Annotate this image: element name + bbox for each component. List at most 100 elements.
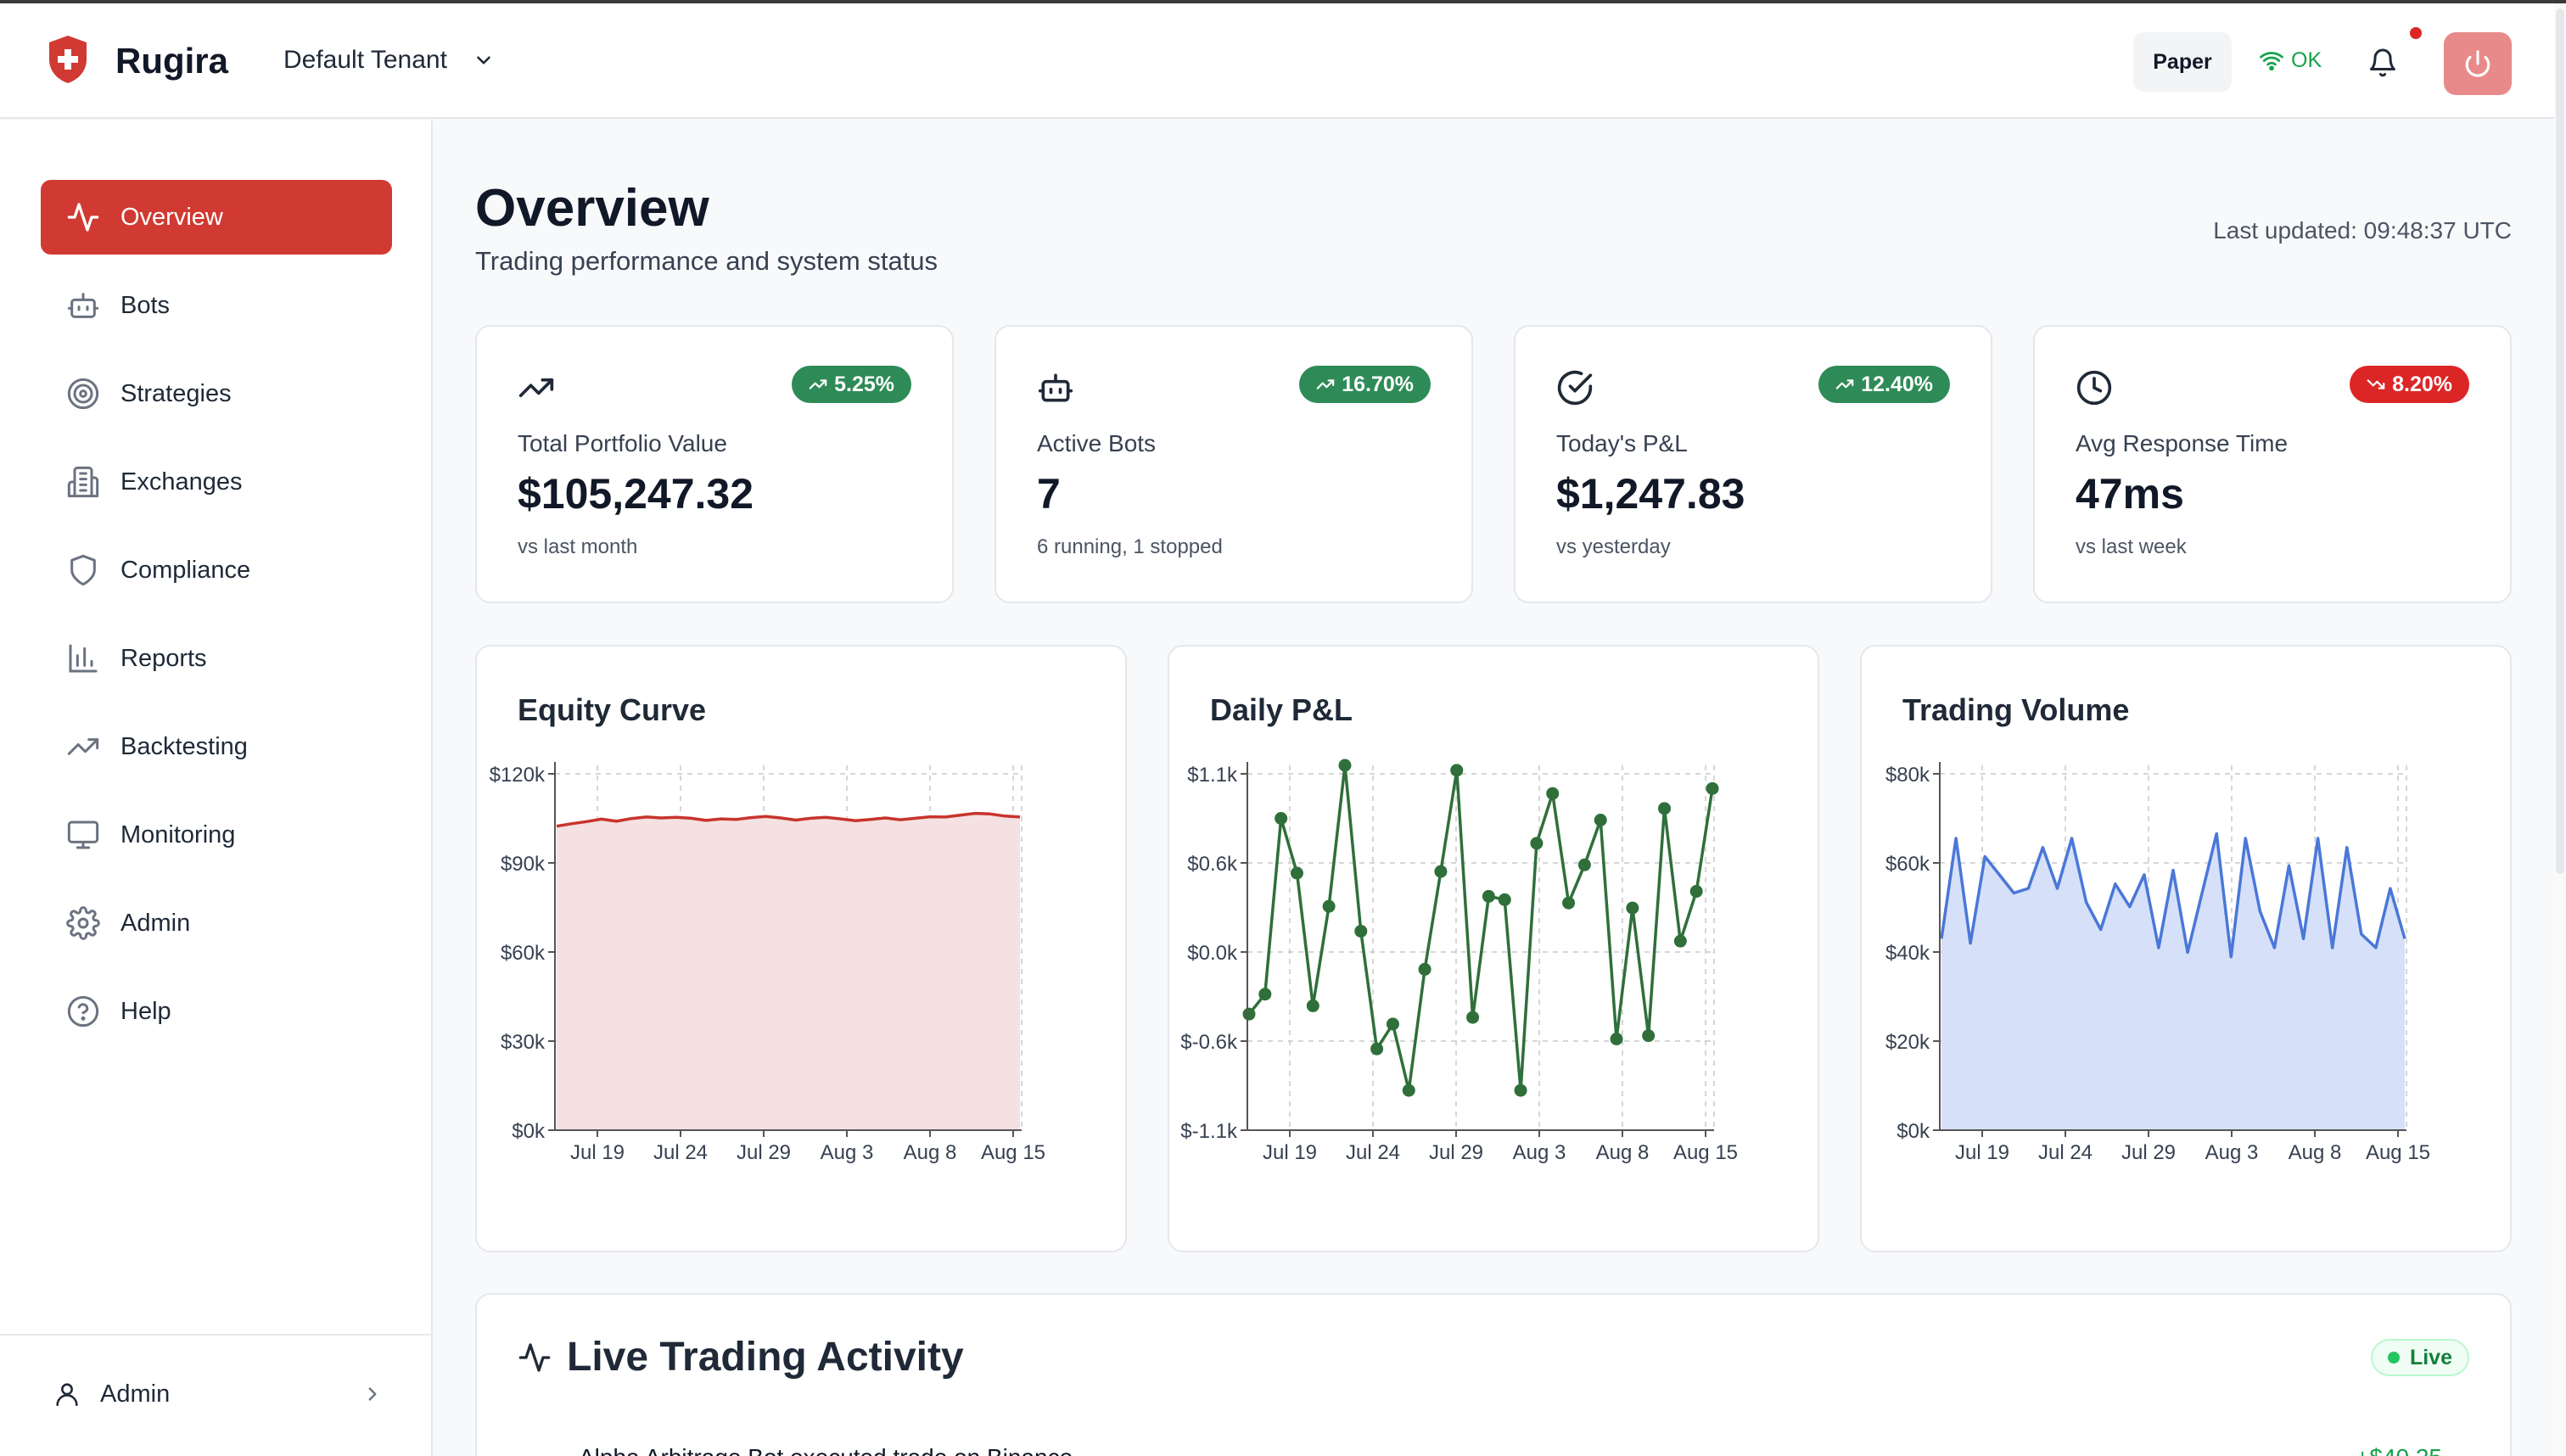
settings-icon [66, 906, 100, 940]
activity-title-text: Live Trading Activity [567, 1335, 964, 1380]
change-badge: 8.20% [2350, 366, 2469, 403]
tenant-selector[interactable]: Default Tenant [283, 46, 495, 75]
x-tick-label: Jul 29 [737, 1141, 791, 1164]
change-badge: 16.70% [1299, 366, 1431, 403]
data-point[interactable] [1673, 934, 1687, 948]
sidebar-item-backtesting[interactable]: Backtesting [41, 709, 392, 784]
stat-label: Today's P&L [1556, 430, 1688, 456]
data-point[interactable] [1338, 759, 1352, 772]
page-subtitle: Trading performance and system status [475, 246, 938, 276]
activity-icon [67, 203, 99, 232]
data-point[interactable] [1594, 814, 1607, 826]
y-tick-label: $90k [501, 853, 546, 876]
sidebar-item-strategies[interactable]: Strategies [41, 356, 392, 431]
y-tick-label: $30k [501, 1031, 546, 1054]
brand-name[interactable]: Rugira [115, 41, 228, 81]
trading-volume-chart[interactable]: $0k $20k $40k $60k $80k Jul 19 Jul 24 Jul 29 Aug… [1862, 740, 2513, 1164]
change-value: 8.20% [2392, 372, 2452, 396]
chart-title: Equity Curve [518, 692, 707, 727]
x-tick-label: Aug 15 [981, 1141, 1045, 1164]
x-tick-label: Jul 24 [2038, 1141, 2093, 1164]
sidebar-item-reports[interactable]: Reports [41, 621, 392, 696]
x-tick-label: Jul 19 [1263, 1141, 1317, 1164]
sidebar-item-bots[interactable]: Bots [41, 268, 392, 343]
data-point[interactable] [1482, 889, 1495, 903]
building-icon [67, 466, 99, 498]
stat-label: Total Portfolio Value [518, 430, 727, 456]
sidebar-item-monitoring[interactable]: Monitoring [41, 798, 392, 872]
data-point[interactable] [1306, 999, 1319, 1012]
sidebar-item-compliance[interactable]: Compliance [41, 533, 392, 608]
connection-status[interactable]: OK [2259, 48, 2322, 73]
target-icon [67, 378, 99, 410]
sidebar-item-help[interactable]: Help [41, 974, 392, 1049]
x-tick-label: Aug 8 [2289, 1141, 2342, 1164]
x-tick-label: Jul 24 [1346, 1141, 1400, 1164]
y-tick-label: $80k [1885, 764, 1930, 787]
data-point[interactable] [1626, 901, 1639, 915]
y-tick-label: $20k [1885, 1031, 1930, 1054]
live-badge-text: Live [2409, 1345, 2452, 1369]
data-point[interactable] [1610, 1033, 1623, 1045]
data-point[interactable] [1322, 899, 1336, 913]
check-circle-icon [1557, 370, 1593, 406]
data-point[interactable] [1689, 885, 1703, 899]
chart-title: Trading Volume [1902, 692, 2130, 727]
sidebar-footer: Admin [0, 1334, 431, 1456]
change-value: 12.40% [1861, 372, 1933, 396]
data-point[interactable] [1514, 1084, 1527, 1097]
data-point[interactable] [1577, 858, 1591, 871]
series-line[interactable] [1247, 764, 1714, 1092]
power-icon [2465, 50, 2490, 77]
scrollbar-thumb[interactable] [2556, 8, 2564, 874]
data-point[interactable] [1706, 781, 1719, 795]
stat-label: Avg Response Time [2076, 430, 2289, 456]
sidebar-item-admin[interactable]: Admin [41, 886, 392, 960]
data-point[interactable] [1530, 837, 1544, 850]
data-point[interactable] [1498, 893, 1511, 906]
sidebar-item-exchanges[interactable]: Exchanges [41, 445, 392, 519]
y-tick-label: $40k [1885, 942, 1930, 965]
shield-logo-icon[interactable] [46, 34, 90, 85]
data-point[interactable] [1402, 1084, 1415, 1097]
x-tick-label: Aug 3 [2205, 1141, 2259, 1164]
top-header: Rugira Default Tenant Paper OK [0, 3, 2554, 119]
wifi-icon [2260, 52, 2283, 71]
data-point[interactable] [1546, 787, 1560, 800]
data-point[interactable] [1434, 865, 1448, 878]
data-point[interactable] [1658, 802, 1672, 815]
trend-up-icon [1835, 379, 1854, 389]
data-point[interactable] [1370, 1042, 1384, 1056]
data-point[interactable] [1466, 1011, 1480, 1024]
stat-note: vs yesterday [1556, 535, 1671, 558]
data-point[interactable] [1642, 1029, 1656, 1043]
user-menu[interactable]: Admin [53, 1380, 384, 1408]
bell-icon[interactable] [2367, 48, 2398, 78]
sidebar-item-overview[interactable]: Overview [41, 180, 392, 255]
data-point[interactable] [1290, 866, 1303, 880]
data-point[interactable] [1562, 896, 1576, 910]
logout-button[interactable] [2444, 32, 2512, 95]
sidebar-item-label: Compliance [120, 556, 251, 584]
shield-icon [70, 554, 96, 586]
trend-up-icon [1316, 379, 1335, 389]
data-point[interactable] [1450, 764, 1464, 777]
data-point[interactable] [1354, 924, 1368, 938]
daily-pnl-card: Daily P&L $-1.1k $-0.6k $0.0k $0.6k $1.1k Jul… [1168, 645, 1819, 1252]
paper-mode-button[interactable]: Paper [2133, 32, 2232, 92]
data-point[interactable] [1386, 1017, 1399, 1031]
data-point[interactable] [1418, 962, 1431, 976]
activity-title: Live Trading Activity [518, 1334, 964, 1380]
stat-value: $105,247.32 [518, 470, 754, 518]
stat-value: 47ms [2076, 470, 2184, 518]
trend-down-icon [2367, 379, 2385, 389]
stat-note: vs last week [2076, 535, 2187, 558]
x-tick-label: Jul 29 [1429, 1141, 1483, 1164]
data-point[interactable] [1258, 988, 1272, 1001]
daily-pnl-chart[interactable]: $-1.1k $-0.6k $0.0k $0.6k $1.1k Jul 19 Jul 24 J… [1169, 740, 1821, 1164]
sidebar-item-label: Strategies [120, 379, 232, 407]
equity-curve-chart[interactable]: $0k $30k $60k $90k $120k Jul 19 Jul 24 Jul 29 Au… [477, 740, 1129, 1164]
data-point[interactable] [1275, 812, 1288, 826]
stat-card-response-time: 8.20% Avg Response Time 47ms vs last wee… [2033, 325, 2512, 603]
data-point[interactable] [1242, 1007, 1256, 1021]
